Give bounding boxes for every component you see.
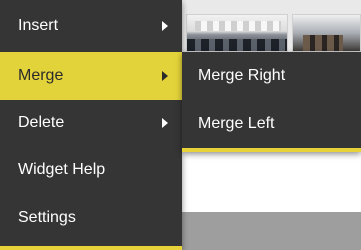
submenu-item-label: Merge Right [198,67,286,84]
menu-item-label: Widget Help [18,161,106,178]
menu-item-widget-help[interactable]: Widget Help [0,146,182,194]
menu-item-label: Insert [18,17,59,34]
context-menu: Insert Merge Delete Widget Help Settings [0,0,182,250]
chevron-right-icon [162,21,168,31]
menu-item-insert[interactable]: Insert [0,2,182,50]
submenu-item-merge-right[interactable]: Merge Right [182,52,361,100]
merge-submenu: Merge Right Merge Left [182,52,361,152]
menu-item-label: Delete [18,114,65,131]
menu-item-delete[interactable]: Delete [0,99,182,147]
chevron-right-icon [162,118,168,128]
submenu-item-label: Merge Left [198,115,275,132]
chevron-right-icon [162,71,168,81]
submenu-item-merge-left[interactable]: Merge Left [182,100,361,148]
image-thumbnail[interactable] [292,14,361,52]
image-thumbnail[interactable] [186,14,288,52]
menu-item-merge[interactable]: Merge [0,52,182,100]
menu-item-label: Merge [18,67,64,84]
menu-item-label: Settings [18,209,76,226]
menu-item-settings[interactable]: Settings [0,194,182,242]
